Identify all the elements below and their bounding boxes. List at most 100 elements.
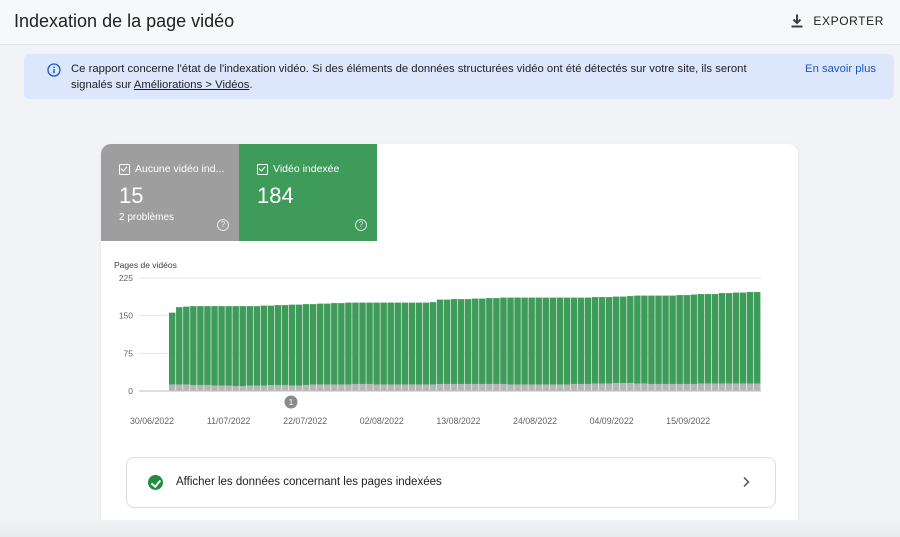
bar-indexed <box>669 295 676 384</box>
bar-not-indexed <box>697 383 705 391</box>
bar-indexed <box>598 297 606 384</box>
bar-not-indexed <box>613 382 620 391</box>
bar-not-indexed <box>500 383 507 391</box>
help-icon[interactable]: ? <box>355 219 367 231</box>
x-tick-label: 15/09/2022 <box>666 416 710 426</box>
tile-subtitle: 2 problèmes <box>119 212 175 223</box>
tile-indexed[interactable]: Vidéo indexée 184 ? <box>239 144 377 241</box>
bar-not-indexed <box>443 383 451 391</box>
bar-indexed <box>408 302 416 385</box>
bar-not-indexed <box>401 384 409 391</box>
bar-indexed <box>394 302 401 385</box>
bar-not-indexed <box>450 383 458 391</box>
bar-indexed <box>683 295 690 384</box>
bar-indexed <box>295 304 303 386</box>
bar-indexed <box>535 297 542 385</box>
bar-not-indexed <box>169 384 176 391</box>
bar-indexed <box>267 305 275 385</box>
bar-indexed <box>422 302 430 385</box>
bar-not-indexed <box>253 385 261 391</box>
bar-indexed <box>556 297 564 385</box>
bar-indexed <box>655 295 662 384</box>
bar-indexed <box>641 295 648 384</box>
bar-indexed <box>697 294 705 384</box>
bar-indexed <box>380 302 387 385</box>
help-icon[interactable]: ? <box>217 219 229 231</box>
check-circle-icon <box>148 475 163 490</box>
bar-indexed <box>204 306 211 385</box>
bar-indexed <box>570 297 578 384</box>
bar-indexed <box>620 296 627 383</box>
bar-not-indexed <box>753 383 761 391</box>
bar-not-indexed <box>394 384 401 391</box>
bar-not-indexed <box>739 383 747 391</box>
bar-not-indexed <box>535 384 542 391</box>
learn-more-link[interactable]: En savoir plus <box>805 63 876 75</box>
bar-indexed <box>429 302 437 385</box>
bar-not-indexed <box>732 383 740 391</box>
bar-indexed <box>331 303 338 385</box>
bar-indexed <box>352 302 359 384</box>
view-indexed-pages-label: Afficher les données concernant les page… <box>176 476 442 488</box>
bar-not-indexed <box>648 383 655 391</box>
bar-indexed <box>725 293 733 384</box>
bottom-edge <box>0 520 900 537</box>
bar-indexed <box>746 292 754 384</box>
tile-label: Vidéo indexée <box>273 163 340 175</box>
bar-not-indexed <box>528 384 535 391</box>
bar-not-indexed <box>380 384 387 391</box>
bar-indexed <box>457 299 465 384</box>
bar-indexed <box>225 306 232 386</box>
bar-indexed <box>436 299 444 384</box>
bar-not-indexed <box>655 383 662 391</box>
download-icon <box>791 14 803 28</box>
bar-indexed <box>176 307 183 385</box>
bar-not-indexed <box>176 384 183 391</box>
improvements-videos-link[interactable]: Améliorations > Vidéos <box>134 79 250 91</box>
bar-not-indexed <box>197 384 204 391</box>
bar-not-indexed <box>507 384 514 391</box>
bar-not-indexed <box>591 383 599 391</box>
chevron-right-icon <box>743 476 750 488</box>
x-tick-label: 30/06/2022 <box>130 416 174 426</box>
bar-not-indexed <box>746 383 754 391</box>
export-button[interactable]: EXPORTER <box>789 10 884 32</box>
x-tick-label: 13/08/2022 <box>436 416 480 426</box>
bar-not-indexed <box>718 383 726 391</box>
bar-not-indexed <box>472 383 479 391</box>
bar-indexed <box>591 297 599 384</box>
bar-not-indexed <box>465 383 472 391</box>
checkbox-icon[interactable] <box>257 163 268 175</box>
bar-not-indexed <box>725 383 733 391</box>
bar-indexed <box>549 297 557 385</box>
bar-indexed <box>486 298 493 384</box>
bar-indexed <box>584 297 592 384</box>
bar-indexed <box>190 306 197 385</box>
bar-not-indexed <box>387 384 394 391</box>
bar-indexed <box>345 302 352 385</box>
bar-indexed <box>415 302 423 385</box>
bar-not-indexed <box>641 383 648 391</box>
page-header: Indexation de la page vidéo EXPORTER <box>0 0 900 45</box>
bar-not-indexed <box>669 383 676 391</box>
bar-not-indexed <box>627 382 634 391</box>
checkbox-icon[interactable] <box>119 163 130 175</box>
view-indexed-pages-row[interactable]: Afficher les données concernant les page… <box>126 457 776 508</box>
bar-indexed <box>232 306 239 386</box>
tile-not-indexed[interactable]: Aucune vidéo ind... 15 2 problèmes ? <box>101 144 239 241</box>
report-card: Aucune vidéo ind... 15 2 problèmes ? Vid… <box>101 144 798 530</box>
bar-indexed <box>401 302 409 385</box>
y-tick-label: 0 <box>128 386 133 396</box>
info-text: Ce rapport concerne l'état de l'indexati… <box>71 62 761 93</box>
bar-not-indexed <box>429 384 437 391</box>
bar-indexed <box>704 294 712 384</box>
bar-not-indexed <box>605 383 613 391</box>
bar-indexed <box>169 312 176 385</box>
bar-not-indexed <box>598 383 606 391</box>
bar-indexed <box>373 302 380 385</box>
bar-not-indexed <box>288 385 296 391</box>
bar-indexed <box>528 297 535 385</box>
bar-indexed <box>662 295 669 384</box>
bar-not-indexed <box>345 384 352 391</box>
bar-not-indexed <box>570 383 578 391</box>
